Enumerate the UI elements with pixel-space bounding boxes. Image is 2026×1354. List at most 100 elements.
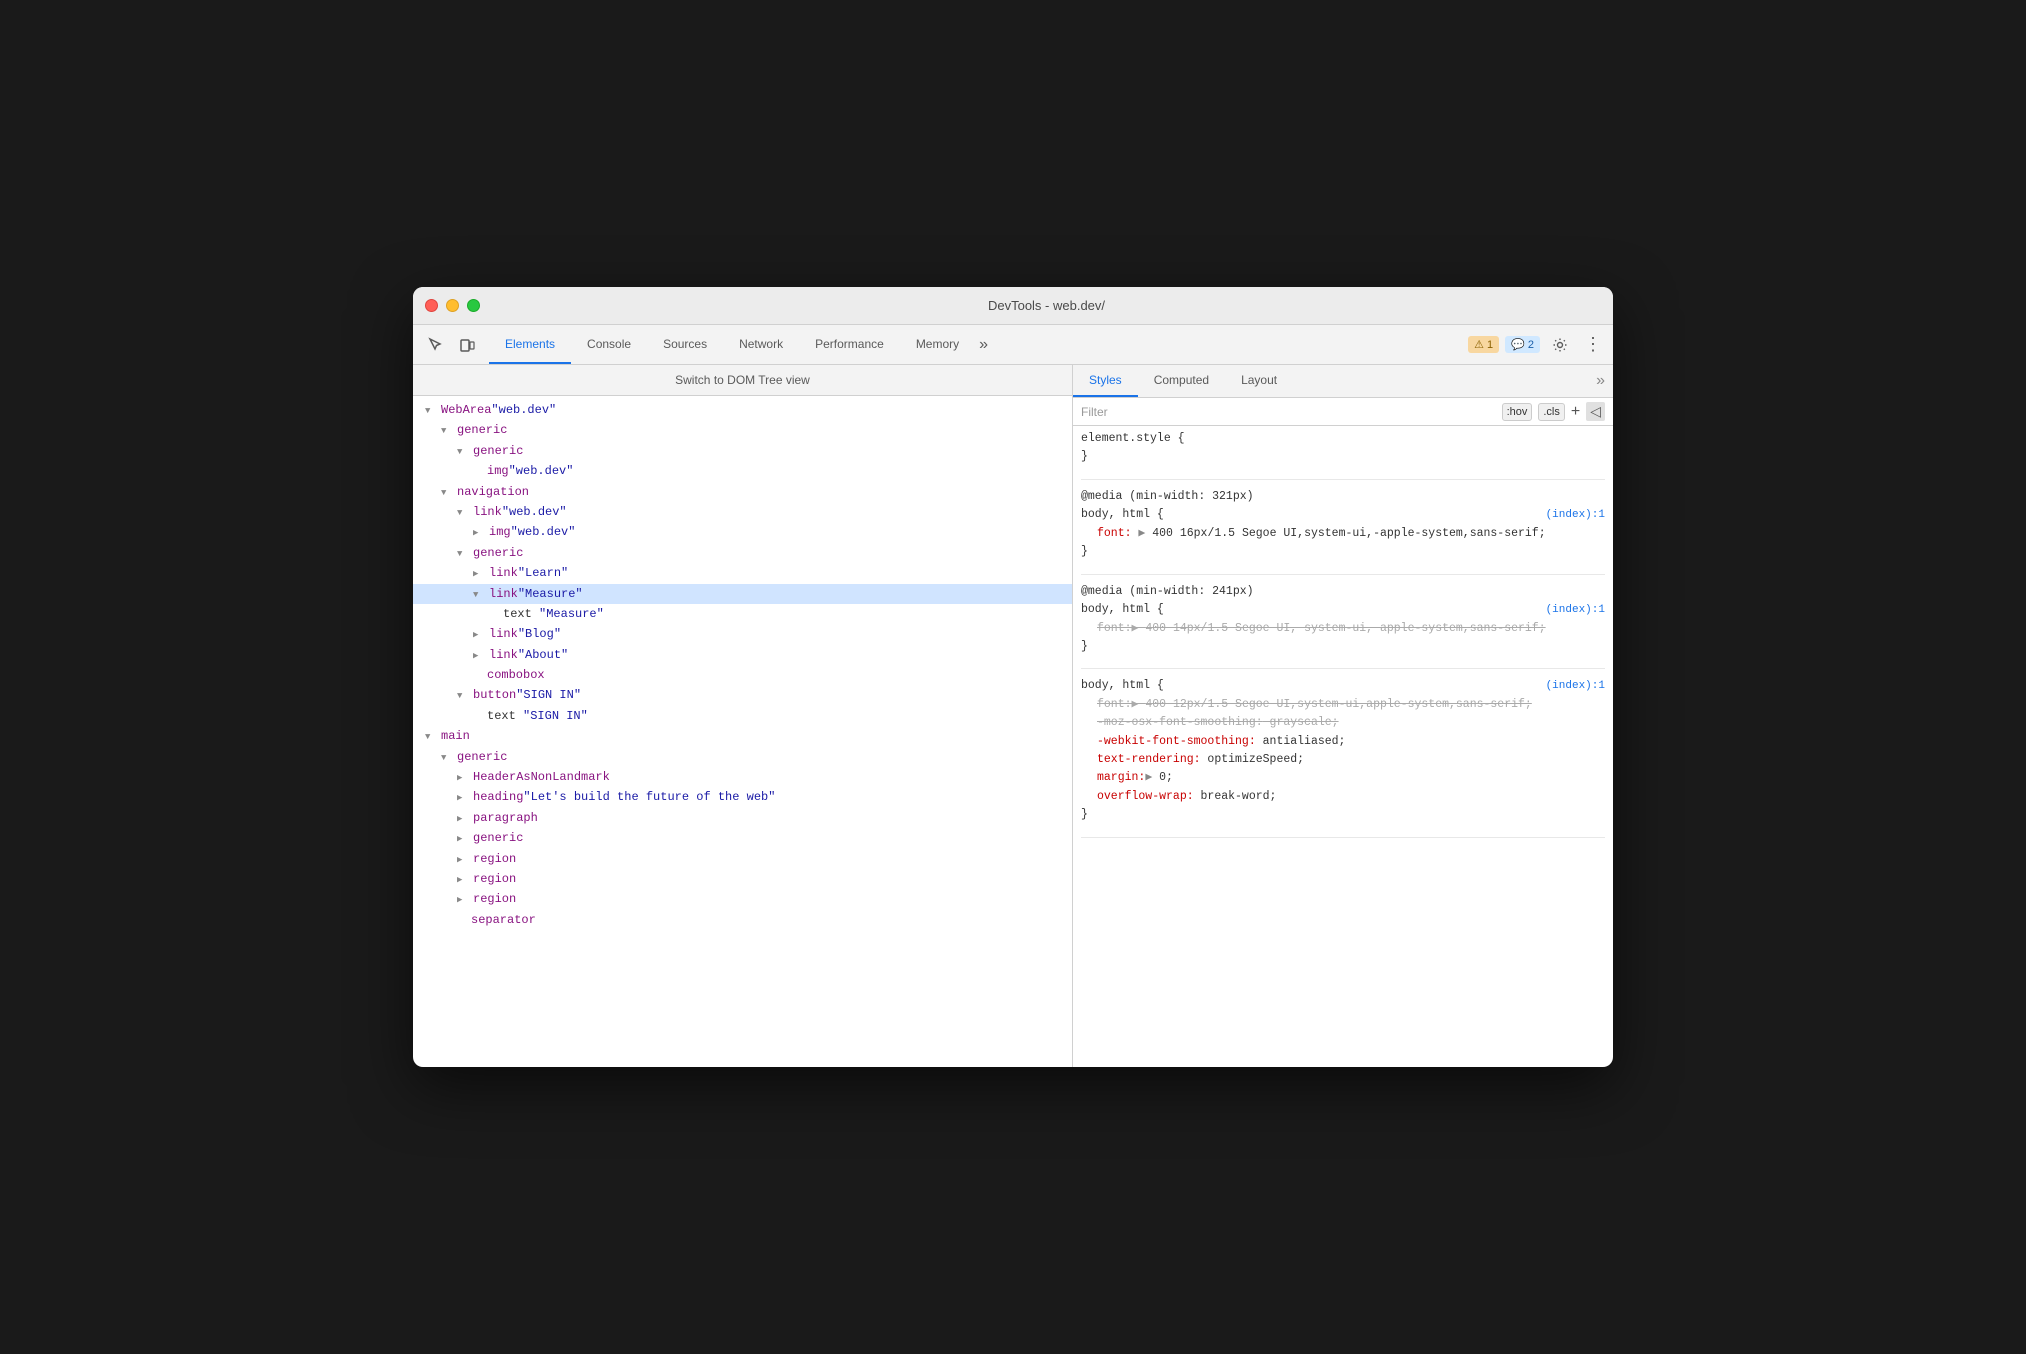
rule-separator [1081,479,1605,480]
tab-layout[interactable]: Layout [1225,365,1293,397]
tree-row[interactable]: ▶generic [413,828,1072,848]
expand-icon[interactable]: ▶ [457,893,471,908]
tree-row[interactable]: text "Measure" [413,604,1072,624]
rule-selector: body, html { [1081,506,1164,524]
filter-hov-button[interactable]: :hov [1502,403,1533,421]
tree-row[interactable]: ▶region [413,889,1072,909]
rule-property-row: -moz-osx-font-smoothing: grayscale; [1081,714,1605,732]
tree-row[interactable]: ▶HeaderAsNonLandmark [413,767,1072,787]
expand-triangle[interactable]: ▶ [1145,771,1159,784]
tree-row[interactable]: ▼generic [413,747,1072,767]
expand-icon[interactable]: ▶ [457,812,471,827]
tree-row[interactable]: ▼generic [413,543,1072,563]
tree-row[interactable]: ▶link "Blog" [413,624,1072,644]
tree-row[interactable]: separator [413,910,1072,930]
minimize-button[interactable] [446,299,459,312]
expand-triangle[interactable]: ▶ [1132,622,1146,635]
rule-property-row: font:▶ 400 12px/1.5 Segoe UI,system-ui,a… [1081,696,1605,714]
rule-source[interactable]: (index):1 [1546,507,1605,525]
prop-value: 400 12px/1.5 Segoe UI,system-ui,apple-sy… [1145,698,1531,711]
tree-row[interactable]: ▶img "web.dev" [413,522,1072,542]
prop-value: break-word; [1194,790,1277,803]
tree-row[interactable]: combobox [413,665,1072,685]
media-query: @media (min-width: 241px) [1081,583,1605,601]
close-button[interactable] [425,299,438,312]
maximize-button[interactable] [467,299,480,312]
dom-switch-bar[interactable]: Switch to DOM Tree view [413,365,1072,396]
tree-row[interactable]: ▼generic [413,420,1072,440]
tabs-overflow-button[interactable]: » [975,325,992,364]
expand-icon[interactable]: ▶ [473,628,487,643]
expand-icon[interactable]: ▼ [457,547,471,562]
tree-row[interactable]: ▶link "Learn" [413,563,1072,583]
prop-value: antialiased; [1256,735,1346,748]
expand-icon[interactable]: ▶ [457,791,471,806]
expand-icon[interactable]: ▼ [441,424,455,439]
tree-row[interactable]: ▶paragraph [413,808,1072,828]
expand-icon[interactable]: ▶ [473,567,487,582]
tree-row[interactable]: ▼navigation [413,482,1072,502]
filter-close-button[interactable]: ◁ [1586,402,1605,421]
expand-icon[interactable]: ▶ [457,832,471,847]
tab-elements[interactable]: Elements [489,325,571,364]
expand-icon[interactable]: ▼ [425,404,439,419]
tab-console[interactable]: Console [571,325,647,364]
tree-row[interactable]: ▼link "web.dev" [413,502,1072,522]
node-text: text "Measure" [503,604,604,624]
expand-icon[interactable]: ▼ [457,689,471,704]
expand-icon[interactable]: ▼ [441,486,455,501]
device-toolbar-button[interactable] [453,331,481,359]
tree-row[interactable]: img "web.dev" [413,461,1072,481]
warning-badge[interactable]: ⚠ 1 [1468,336,1499,353]
prop-name: font: [1097,622,1132,635]
message-badge[interactable]: 💬 2 [1505,336,1540,353]
tab-styles[interactable]: Styles [1073,365,1138,397]
styles-filter-input[interactable] [1081,405,1496,419]
expand-icon[interactable]: ▼ [441,751,455,766]
more-options-button[interactable]: ⋮ [1580,334,1605,355]
tab-memory[interactable]: Memory [900,325,975,364]
expand-icon[interactable]: ▼ [457,506,471,521]
styles-tabs-overflow[interactable]: » [1588,365,1613,397]
tree-row[interactable]: ▶link "About" [413,645,1072,665]
tree-row[interactable]: ▼button "SIGN IN" [413,685,1072,705]
inspect-button[interactable] [421,331,449,359]
tree-row[interactable]: ▼generic [413,441,1072,461]
expand-icon[interactable]: ▶ [473,526,487,541]
expand-triangle[interactable]: ▶ [1132,527,1153,540]
expand-icon[interactable]: ▼ [473,588,487,603]
tree-row[interactable]: ▼WebArea "web.dev" [413,400,1072,420]
rule-source[interactable]: (index):1 [1546,678,1605,696]
expand-icon[interactable]: ▶ [457,771,471,786]
tree-row[interactable]: ▶region [413,849,1072,869]
filter-cls-button[interactable]: .cls [1538,403,1565,421]
message-icon: 💬 [1511,338,1525,351]
expand-icon[interactable]: ▼ [457,445,471,460]
node-name: HeaderAsNonLandmark [473,767,610,787]
expand-icon[interactable]: ▼ [425,730,439,745]
expand-icon[interactable]: ▶ [457,873,471,888]
tree-row[interactable]: ▼main [413,726,1072,746]
style-rule: @media (min-width: 241px)body, html {(in… [1081,583,1605,657]
tab-sources[interactable]: Sources [647,325,723,364]
expand-triangle[interactable]: ▶ [1132,698,1146,711]
expand-icon[interactable]: ▶ [473,649,487,664]
tree-row[interactable]: ▼link "Measure" [413,584,1072,604]
expand-icon[interactable]: ▶ [457,853,471,868]
dom-tree[interactable]: ▼WebArea "web.dev"▼generic▼genericimg "w… [413,396,1072,1067]
tree-row[interactable]: text "SIGN IN" [413,706,1072,726]
node-attr: "Measure" [518,584,583,604]
rule-source[interactable]: (index):1 [1546,602,1605,620]
tab-computed[interactable]: Computed [1138,365,1225,397]
tab-network[interactable]: Network [723,325,799,364]
tab-performance[interactable]: Performance [799,325,900,364]
node-name: navigation [457,482,529,502]
settings-button[interactable] [1546,331,1574,359]
tree-row[interactable]: ▶region [413,869,1072,889]
node-attr: "web.dev" [509,461,574,481]
rule-closing: } [1081,543,1605,561]
filter-add-button[interactable]: + [1571,404,1580,420]
node-name: generic [473,441,523,461]
styles-filter-bar: :hov .cls + ◁ [1073,398,1613,426]
tree-row[interactable]: ▶heading "Let's build the future of the … [413,787,1072,807]
